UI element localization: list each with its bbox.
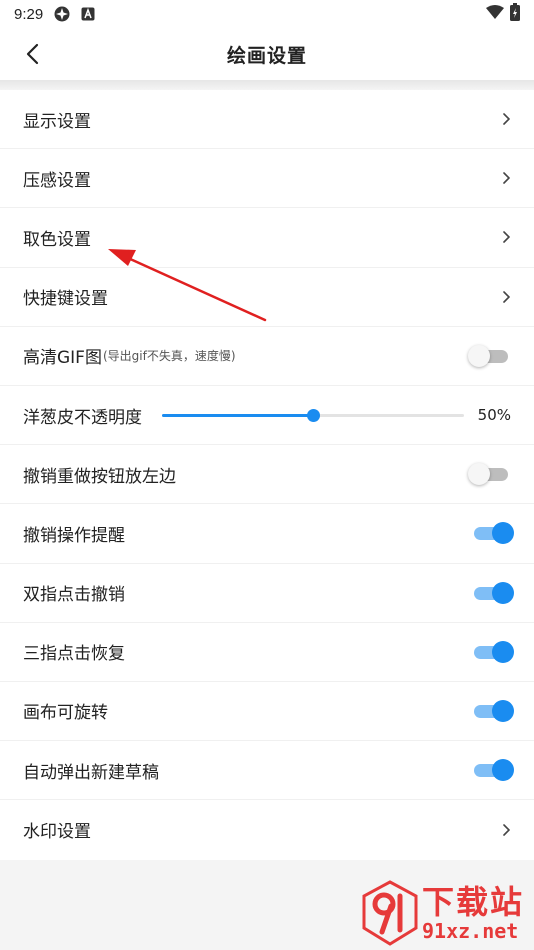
slider-thumb[interactable] — [307, 409, 320, 423]
app-notification-icon — [53, 5, 71, 23]
two-finger-undo-item: 双指点击撤销 — [0, 563, 534, 623]
a-notification-icon — [81, 7, 95, 21]
shortcut-settings-item[interactable]: 快捷键设置 — [0, 267, 534, 327]
display-settings-item[interactable]: 显示设置 — [0, 90, 534, 150]
auto-draft-item: 自动弹出新建草稿 — [0, 741, 534, 801]
undo-left-toggle[interactable] — [468, 463, 510, 486]
site-watermark: 下载站 91xz.net — [360, 880, 524, 946]
hd-gif-note: (导出gif不失真，速度慢) — [102, 349, 236, 364]
two-finger-undo-toggle[interactable] — [472, 581, 514, 604]
chevron-right-icon — [503, 824, 510, 836]
onion-skin-opacity-item: 洋葱皮不透明度 50% — [0, 385, 534, 446]
header-shadow — [0, 80, 534, 90]
page-title: 绘画设置 — [226, 44, 307, 67]
watermark-settings-label: 水印设置 — [23, 822, 91, 843]
watermark-logo-icon — [362, 880, 418, 946]
onion-skin-opacity-value: 50% — [477, 406, 511, 425]
status-time: 9:29 — [14, 5, 44, 23]
three-finger-redo-label: 三指点击恢复 — [23, 644, 125, 665]
chevron-right-icon — [503, 172, 510, 185]
canvas-rotate-label: 画布可旋转 — [23, 703, 108, 724]
pressure-settings-label: 压感设置 — [23, 170, 91, 191]
hd-gif-toggle[interactable] — [468, 344, 510, 367]
canvas-rotate-item: 画布可旋转 — [0, 681, 534, 742]
watermark-sub-text: 91xz.net — [421, 919, 519, 943]
settings-list: 显示设置 压感设置 取色设置 快捷键设置 高清GIF图 (导出gif不失真，速度… — [0, 90, 534, 860]
undo-tip-item: 撤销操作提醒 — [0, 504, 534, 564]
three-finger-redo-item: 三指点击恢复 — [0, 622, 534, 682]
canvas-rotate-toggle[interactable] — [472, 699, 514, 722]
auto-draft-toggle[interactable] — [472, 759, 514, 782]
undo-left-label: 撤销重做按钮放左边 — [23, 466, 176, 487]
display-settings-label: 显示设置 — [23, 111, 91, 132]
slider-fill — [162, 414, 313, 418]
hd-gif-item: 高清GIF图 (导出gif不失真，速度慢) — [0, 326, 534, 386]
wifi-icon — [486, 5, 504, 23]
chevron-right-icon — [503, 113, 510, 125]
color-pick-settings-label: 取色设置 — [23, 229, 91, 250]
chevron-right-icon — [503, 290, 510, 303]
watermark-settings-item[interactable]: 水印设置 — [0, 800, 534, 860]
hd-gif-label: 高清GIF图 — [23, 348, 102, 369]
two-finger-undo-label: 双指点击撤销 — [23, 585, 125, 606]
status-bar: 9:29 — [0, 0, 534, 28]
color-pick-settings-item[interactable]: 取色设置 — [0, 208, 534, 268]
three-finger-redo-toggle[interactable] — [472, 640, 514, 663]
onion-skin-opacity-slider[interactable] — [162, 405, 464, 425]
battery-icon — [510, 3, 520, 25]
shortcut-settings-label: 快捷键设置 — [23, 289, 108, 310]
onion-skin-opacity-label: 洋葱皮不透明度 — [23, 407, 142, 428]
chevron-left-icon — [26, 43, 39, 65]
auto-draft-label: 自动弹出新建草稿 — [23, 762, 159, 783]
app-bar: 绘画设置 — [0, 28, 534, 80]
back-button[interactable] — [18, 40, 46, 68]
pressure-settings-item[interactable]: 压感设置 — [0, 149, 534, 209]
chevron-right-icon — [503, 231, 510, 244]
undo-tip-toggle[interactable] — [472, 522, 514, 545]
undo-left-item: 撤销重做按钮放左边 — [0, 445, 534, 505]
watermark-main-text: 下载站 — [421, 883, 524, 921]
undo-tip-label: 撤销操作提醒 — [23, 525, 125, 546]
